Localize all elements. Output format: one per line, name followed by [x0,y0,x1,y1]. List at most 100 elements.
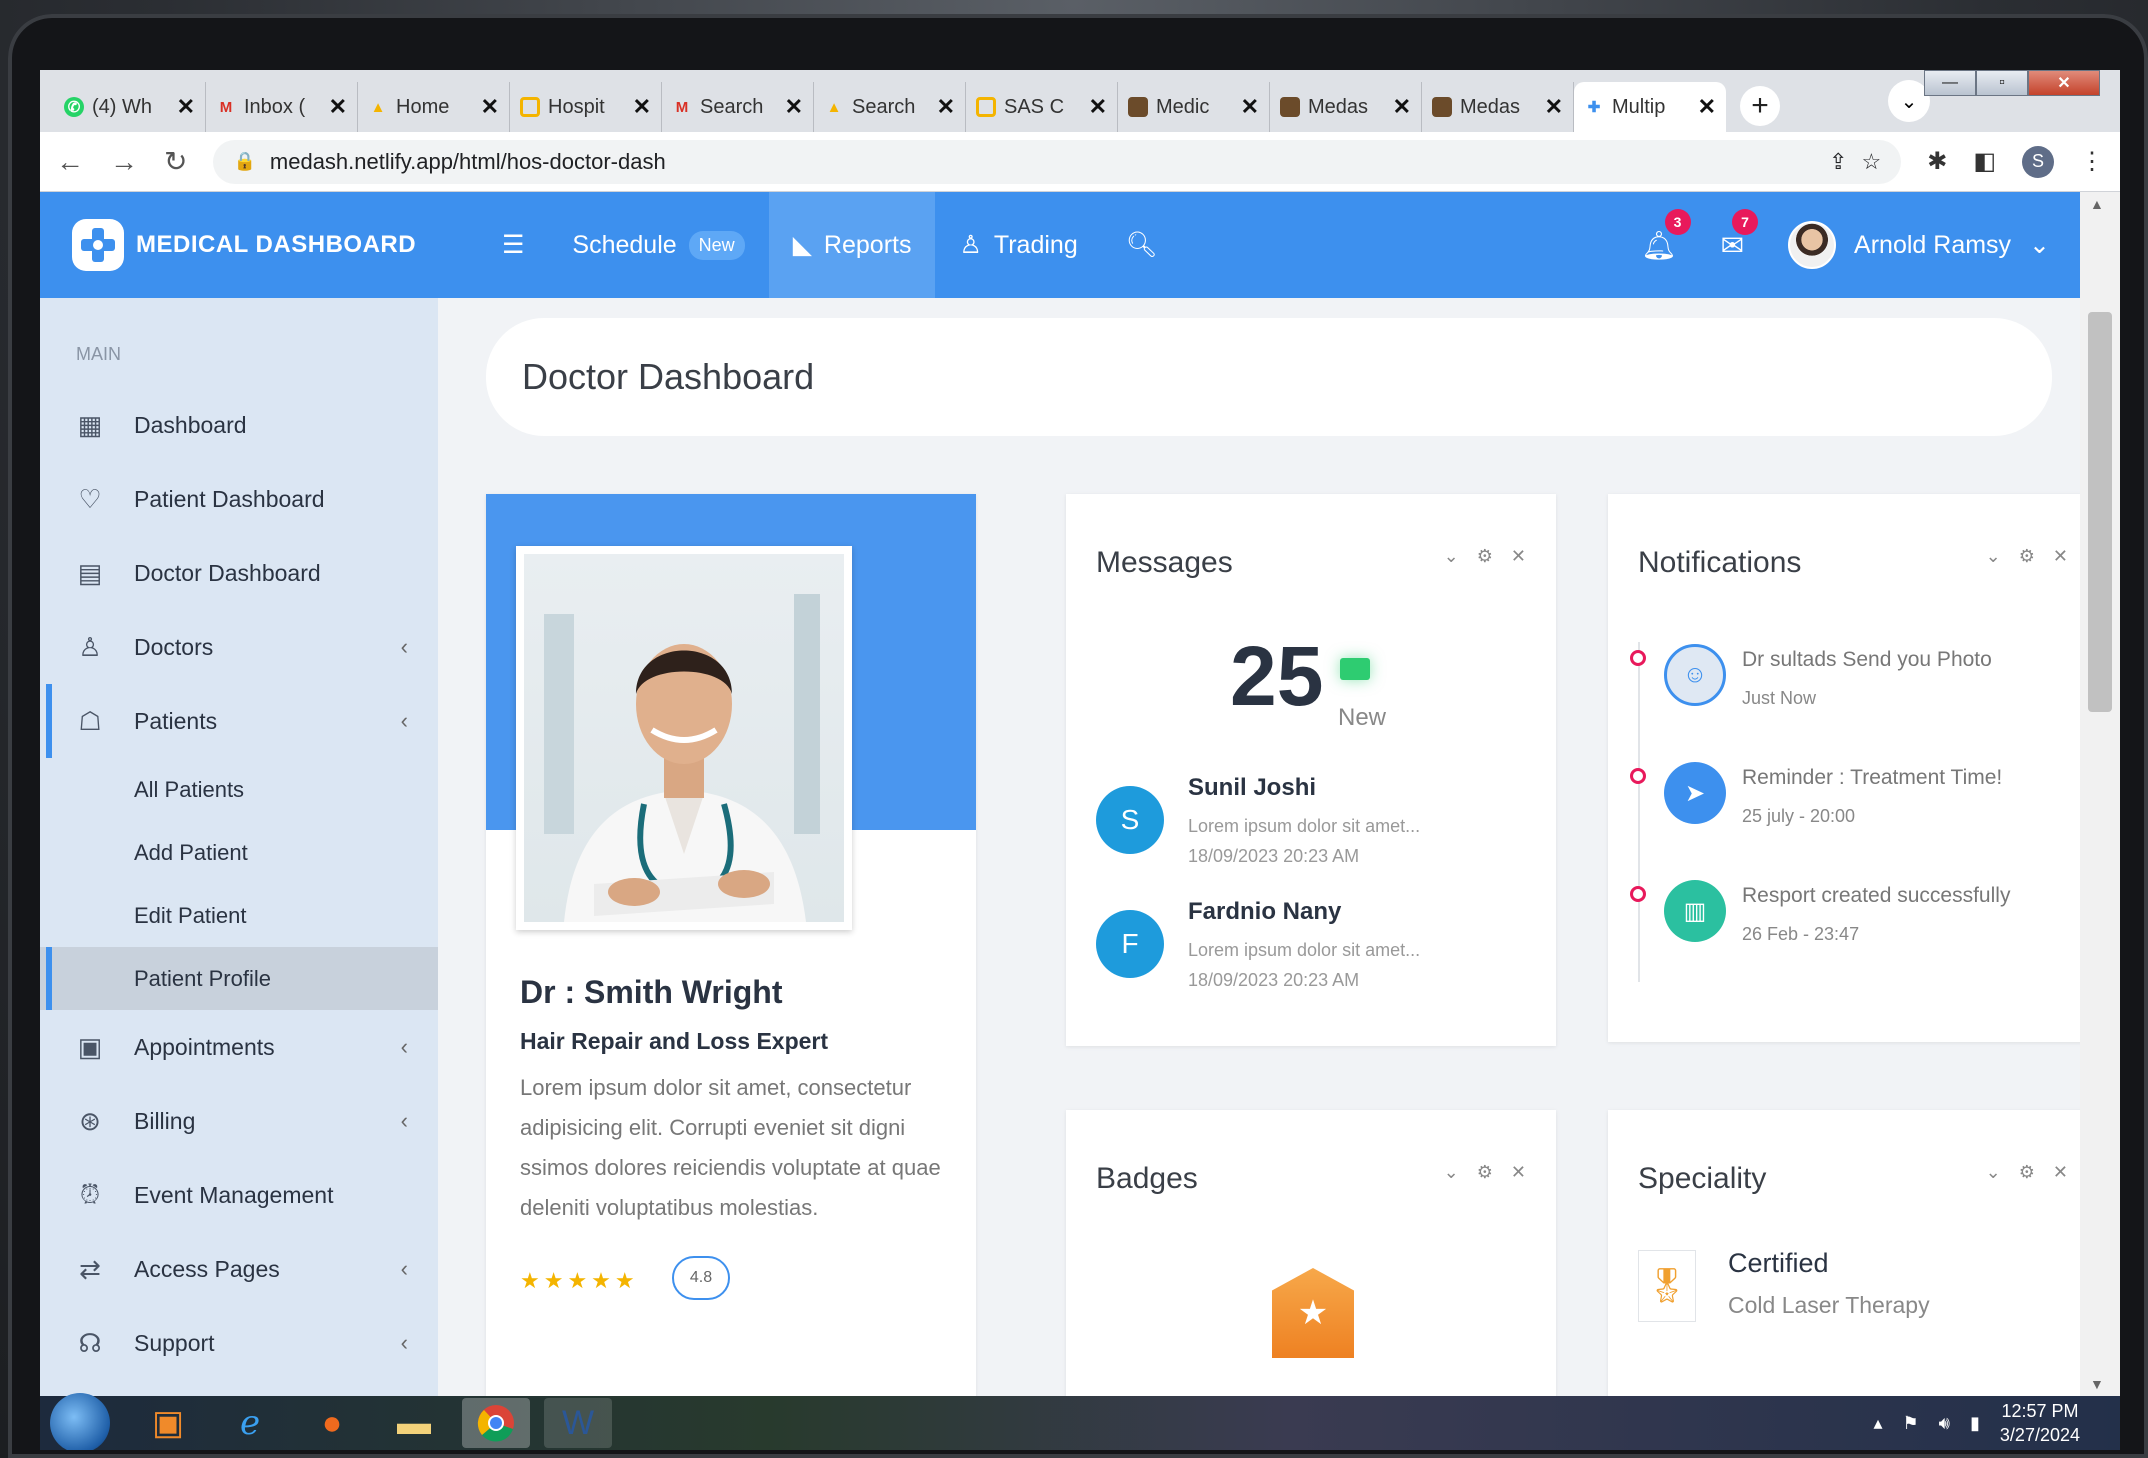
sidebar-item-dashboard[interactable]: ▦ Dashboard [40,388,438,462]
close-icon[interactable]: ✕ [1393,94,1411,120]
notifications-button[interactable]: 🔔︎ 3 [1641,208,1691,262]
scrollbar-thumb[interactable] [2088,312,2112,712]
nav-trading[interactable]: ♙ Trading [935,192,1101,298]
browser-tab[interactable]: Medic ✕ [1118,82,1270,132]
message-item[interactable]: F Fardnio Nany Lorem ipsum dolor sit ame… [1096,898,1536,1008]
notification-count-badge: 3 [1664,208,1691,235]
signal-icon[interactable]: ▮ [1970,1413,1980,1434]
sidebar-item-patients[interactable]: ☖ Patients ‹ [40,684,438,758]
scroll-down-arrow[interactable]: ▼ [2090,1376,2104,1392]
back-button[interactable]: ← [56,146,84,178]
sidebar-subitem-patient-profile[interactable]: Patient Profile [40,947,438,1010]
close-icon[interactable]: ✕ [785,94,803,120]
chevron-left-icon: ‹ [400,1330,408,1355]
browser-tab[interactable]: M Search ✕ [662,82,814,132]
new-tab-button[interactable]: + [1740,86,1780,126]
close-icon[interactable]: ✕ [633,94,651,120]
browser-tab[interactable]: SAS C ✕ [966,82,1118,132]
close-icon[interactable]: ✕ [1241,94,1259,120]
close-icon[interactable]: ✕ [329,94,347,120]
sidebar-item-patient-dashboard[interactable]: ♡ Patient Dashboard [40,462,438,536]
collapse-icon[interactable]: ⌄ [1986,546,2001,567]
network-icon[interactable]: ⚑ [1903,1413,1919,1434]
show-hidden-icons-icon[interactable]: ▴ [1873,1413,1882,1434]
sidebar-subitem-all-patients[interactable]: All Patients [40,758,438,821]
browser-tab[interactable]: ✆ (4) Wh ✕ [54,82,206,132]
sidebar-item-doctors[interactable]: ♙ Doctors ‹ [40,610,438,684]
close-icon[interactable]: ✕ [2053,546,2068,567]
browser-profile-avatar[interactable]: S [2022,145,2054,178]
minimize-button[interactable]: — [1924,70,1976,96]
scroll-up-arrow[interactable]: ▲ [2090,196,2104,212]
close-icon[interactable]: ✕ [481,94,499,120]
firefox-icon[interactable]: ● [298,1398,366,1448]
collapse-icon[interactable]: ⌄ [1444,1162,1459,1183]
internet-explorer-icon[interactable]: e [216,1398,284,1448]
sidebar-item-billing[interactable]: ⊛ Billing ‹ [40,1084,438,1158]
header-search-button[interactable]: 🔍︎ [1102,192,1182,298]
sidebar-item-support[interactable]: ☊ Support ‹ [40,1306,438,1380]
url-input[interactable]: 🔒 medash.netlify.app/html/hos-doctor-das… [213,139,1902,184]
chrome-icon[interactable] [462,1398,530,1448]
gear-icon[interactable]: ⚙ [1477,1162,1493,1183]
sidebar-item-event-management[interactable]: ⏰︎ Event Management [40,1158,438,1232]
more-menu-icon[interactable]: ⋮ [2080,147,2104,176]
notification-item[interactable]: ☺ Dr sultads Send you Photo Just Now [1630,644,2070,734]
browser-tab[interactable]: Medas ✕ [1422,82,1574,132]
side-panel-icon[interactable]: ◧ [1973,147,1996,176]
browser-tab-active[interactable]: ✚ Multip ✕ [1574,82,1726,132]
file-explorer-icon[interactable]: ▬ [380,1398,448,1448]
app-logo[interactable]: MEDICAL DASHBOARD [40,219,478,271]
close-icon[interactable]: ✕ [177,94,195,120]
user-menu[interactable]: Arnold Ramsy ⌄ [1788,221,2050,269]
close-icon[interactable]: ✕ [1089,94,1107,120]
mail-button[interactable]: ✉ 7 [1721,208,1759,262]
collapse-icon[interactable]: ⌄ [1444,546,1459,567]
sidebar-item-doctor-dashboard[interactable]: ▤ Doctor Dashboard [40,536,438,610]
notification-item[interactable]: ▥ Resport created successfully 26 Feb - … [1630,880,2070,970]
close-icon[interactable]: ✕ [2053,1162,2068,1183]
close-icon[interactable]: ✕ [937,94,955,120]
menu-toggle-button[interactable]: ☰ [478,192,548,298]
message-count-label: New [1338,704,1387,731]
volume-icon[interactable]: 🔊︎ [1939,1413,1950,1434]
sidebar-item-access-pages[interactable]: ⇄ Access Pages ‹ [40,1232,438,1306]
browser-tab[interactable]: Medas ✕ [1270,82,1422,132]
start-button[interactable] [50,1393,110,1450]
sidebar-item-label: Appointments [134,1033,275,1060]
extensions-icon[interactable]: ✱ [1927,147,1947,176]
reload-button[interactable]: ↻ [164,145,187,178]
media-player-icon[interactable]: ▣ [134,1398,202,1448]
taskbar-clock[interactable]: 12:57 PM 3/27/2024 [2000,1399,2080,1447]
gear-icon[interactable]: ⚙ [2019,546,2035,567]
nav-schedule[interactable]: Schedule New [548,192,768,298]
nav-reports[interactable]: ◣ Reports [768,192,936,298]
page-scrollbar[interactable]: ▲ ▼ [2080,192,2120,1396]
notification-item[interactable]: ➤ Reminder : Treatment Time! 25 july - 2… [1630,762,2070,852]
close-icon[interactable]: ✕ [1545,94,1563,120]
system-tray: ▴ ⚑ 🔊︎ ▮ 12:57 PM 3/27/2024 [1873,1399,2120,1447]
message-item[interactable]: S Sunil Joshi Lorem ipsum dolor sit amet… [1096,774,1536,884]
browser-tab[interactable]: Hospit ✕ [510,82,662,132]
maximize-button[interactable]: ▫ [1976,70,2028,96]
sidebar-subitem-add-patient[interactable]: Add Patient [40,821,438,884]
word-icon[interactable]: W [544,1398,612,1448]
forward-button[interactable]: → [110,146,138,178]
bookmark-star-icon[interactable]: ☆ [1861,149,1881,175]
browser-tab[interactable]: ▲ Search ✕ [814,82,966,132]
browser-tab[interactable]: M Inbox ( ✕ [206,82,358,132]
star-badge-icon: ★ [1272,1268,1354,1358]
close-icon[interactable]: ✕ [1698,94,1716,120]
sidebar-subitem-edit-patient[interactable]: Edit Patient [40,884,438,947]
sidebar-item-appointments[interactable]: ▣ Appointments ‹ [40,1010,438,1084]
gear-icon[interactable]: ⚙ [2019,1162,2035,1183]
send-icon: ➤ [1664,762,1726,824]
close-icon[interactable]: ✕ [1511,1162,1526,1183]
browser-tab[interactable]: ▲ Home ✕ [358,82,510,132]
collapse-icon[interactable]: ⌄ [1986,1162,2001,1183]
sitemap-icon: ♙ [959,231,982,259]
gear-icon[interactable]: ⚙ [1477,546,1493,567]
window-close-button[interactable]: ✕ [2028,70,2100,96]
share-icon[interactable]: ⇪ [1829,149,1847,175]
close-icon[interactable]: ✕ [1511,546,1526,567]
